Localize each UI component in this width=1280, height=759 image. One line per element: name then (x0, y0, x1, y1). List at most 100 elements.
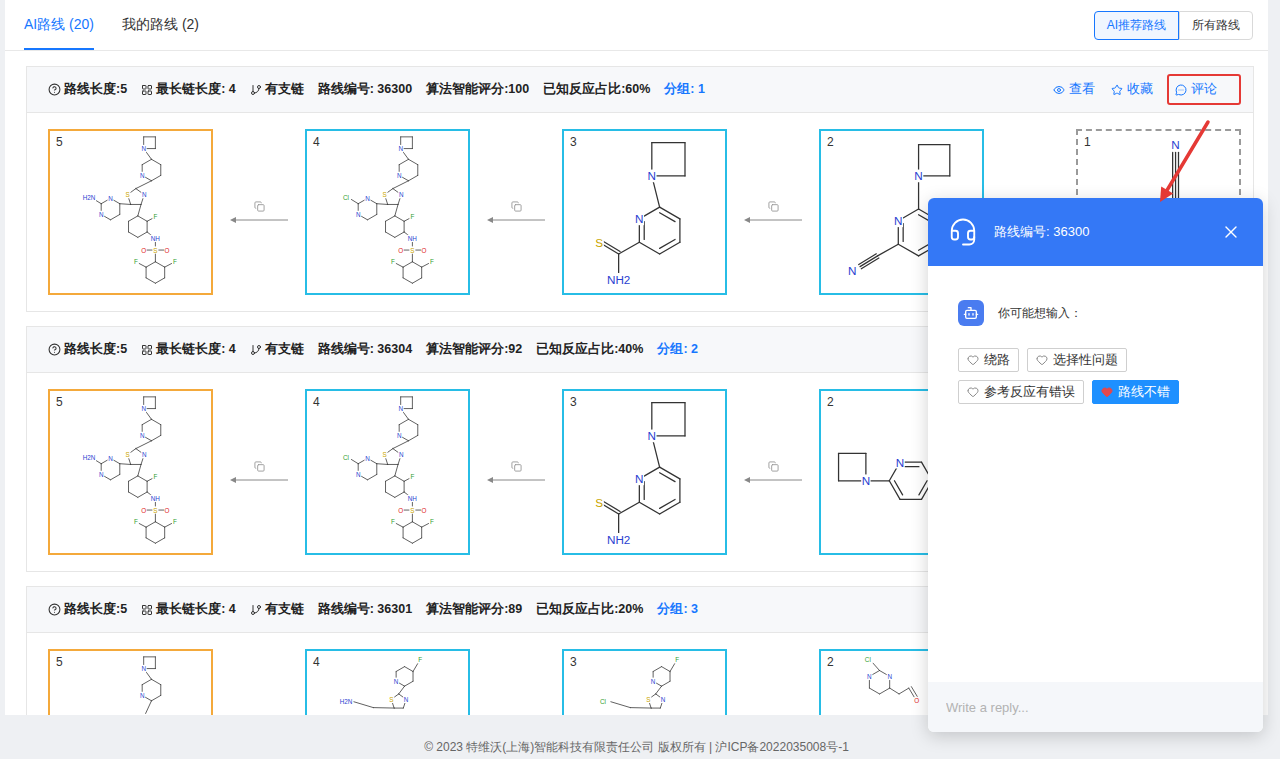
bond (164, 527, 165, 538)
bond (146, 701, 152, 714)
bond (146, 527, 147, 538)
atom: Cl (598, 698, 608, 705)
atom: N (635, 212, 644, 225)
atom-background (388, 696, 394, 703)
bond (142, 679, 151, 684)
bond (164, 267, 165, 278)
close-button[interactable] (1221, 222, 1241, 242)
bond (900, 499, 921, 500)
bond (386, 476, 395, 481)
route-group[interactable]: 分组: 3 (657, 601, 698, 618)
copy-icon[interactable] (768, 201, 779, 212)
bond (128, 221, 129, 232)
atom-background (914, 170, 923, 183)
bond (421, 267, 422, 278)
atom: N (398, 451, 404, 458)
molecule-card[interactable]: NNSNNNClFNHOSOFF4 (305, 389, 470, 555)
help-icon[interactable] (48, 343, 61, 356)
atom-label: S (125, 191, 129, 198)
atom-label: F (153, 473, 157, 480)
suggestion-chip[interactable]: 选择性问题 (1027, 348, 1127, 372)
tab[interactable]: 我的路线 (2) (122, 0, 199, 50)
grid-icon (141, 84, 153, 96)
close-icon (1221, 222, 1241, 242)
bond (395, 464, 398, 475)
atom-label: N (896, 456, 904, 469)
atom-background (341, 454, 351, 461)
atom: F (133, 258, 139, 265)
help-icon[interactable] (48, 83, 61, 96)
bond (413, 672, 414, 682)
molecule-card[interactable]: NNSNNNClFNHOSOFF4 (305, 129, 470, 295)
toggle-button[interactable]: 所有路线 (1179, 11, 1253, 40)
atom: N (98, 211, 104, 218)
molecule-card[interactable]: NNSNH23 (562, 129, 727, 295)
step-number: 3 (570, 135, 577, 149)
copy-icon[interactable] (511, 201, 522, 212)
molecule-card[interactable]: FNSNCl3 (562, 649, 727, 715)
tab[interactable]: AI路线 (20) (24, 0, 94, 50)
route-header: 路线长度:5最长链长度: 4有支链路线编号: 36300算法智能评分:100已知… (27, 67, 1253, 113)
suggestion-chip[interactable]: 路线不错 (1092, 380, 1179, 404)
atom-label: F (410, 473, 414, 480)
copy-icon[interactable] (254, 201, 265, 212)
bond (160, 685, 161, 696)
atom-background (409, 473, 415, 480)
route-group[interactable]: 分组: 1 (664, 81, 705, 98)
atom-background (396, 432, 402, 439)
atom: N (141, 665, 147, 672)
bond (872, 662, 880, 671)
branch-icon (250, 604, 262, 616)
suggestion-chip[interactable]: 参考反应有错误 (958, 380, 1084, 404)
atom-label: N (862, 474, 870, 487)
bond (890, 688, 899, 694)
bond (146, 267, 147, 278)
atom-label: F (391, 518, 395, 525)
bond (408, 159, 417, 164)
copy-icon[interactable] (768, 461, 779, 472)
known-ratio: 已知反应占比:40% (536, 341, 643, 358)
atom-background (141, 506, 147, 513)
bond (151, 159, 160, 164)
atom-label: N (394, 678, 399, 685)
route-id: 路线编号: 36301 (318, 601, 412, 618)
favorite-action[interactable]: 收藏 (1109, 74, 1155, 105)
atom: O (421, 506, 427, 513)
bond (403, 527, 404, 538)
atom-label: O (398, 247, 403, 254)
molecule-card[interactable]: NNSNH23 (562, 389, 727, 555)
reply-input[interactable] (944, 699, 1247, 716)
route-group[interactable]: 分组: 2 (657, 341, 698, 358)
atom: F (152, 213, 158, 220)
atom: N (141, 145, 147, 152)
view-action[interactable]: 查看 (1051, 74, 1097, 105)
bond (662, 681, 670, 686)
atom: N (1171, 138, 1180, 151)
suggestion-chip[interactable]: 绕路 (958, 348, 1019, 372)
help-icon[interactable] (48, 603, 61, 616)
atom-label: N (141, 405, 146, 412)
toggle-button[interactable]: AI推荐路线 (1094, 11, 1179, 40)
atom-label: S (382, 191, 386, 198)
atom: F (133, 518, 139, 525)
comment-action[interactable]: 评论 (1167, 74, 1241, 105)
route-id: 路线编号: 36300 (318, 81, 412, 98)
copy-icon[interactable] (511, 461, 522, 472)
atom-background (398, 405, 404, 412)
bond (679, 219, 680, 242)
copy-icon[interactable] (254, 461, 265, 472)
atom-label: N (648, 429, 656, 442)
molecule-card[interactable]: NN5 (48, 649, 213, 715)
view-icon (1053, 84, 1065, 96)
bond (120, 463, 131, 465)
atom-label: F (391, 258, 395, 265)
molecule-card[interactable]: NNSNNNH2NFNHOSOFF5 (48, 129, 213, 295)
reply-bar (928, 682, 1263, 732)
bond (651, 708, 660, 709)
bond (949, 145, 950, 176)
molecule-card[interactable]: NNSNNNH2NFNHOSOFF5 (48, 389, 213, 555)
molecule-structure: NNSNH2 (564, 131, 725, 293)
atom: O (914, 697, 920, 704)
step-number: 1 (1084, 135, 1091, 149)
molecule-card[interactable]: FNSNH2N4 (305, 649, 470, 715)
